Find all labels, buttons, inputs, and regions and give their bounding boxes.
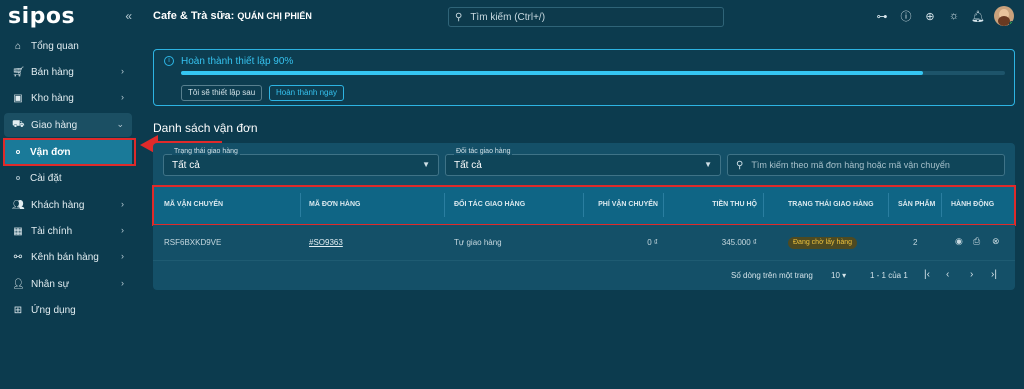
eye-icon[interactable]: ◉ [955, 236, 963, 247]
sidebar-item-customers[interactable]: 👥︎ Khách hàng › [4, 193, 132, 217]
partner-filter-value: Tất cả [454, 160, 482, 171]
table-row[interactable]: RSF6BXKD9VE #SO9363 Tự giao hàng 0 ₫ 345… [153, 225, 1015, 261]
setup-later-button[interactable]: Tôi sẽ thiết lập sau [181, 85, 263, 101]
app-root: sipos « ⌂ Tổng quan 🛒︎ Bán hàng › ▣ Kho … [0, 0, 1024, 389]
sidebar-item-staff[interactable]: 👤︎ Nhân sự › [4, 272, 132, 296]
globe-icon[interactable]: ⊕ [918, 10, 942, 23]
avatar[interactable] [994, 6, 1014, 26]
caret-down-icon: ▾ [842, 271, 847, 280]
sidebar: sipos « ⌂ Tổng quan 🛒︎ Bán hàng › ▣ Kho … [0, 0, 139, 389]
chevron-right-icon: › [121, 251, 124, 261]
global-search-input[interactable]: ⚲ Tìm kiếm (Ctrl+/) [448, 7, 724, 27]
setup-progress-fill [181, 71, 923, 75]
bullet-icon [16, 176, 20, 180]
sidebar-item-sales-channels[interactable]: ⚯ Kênh bán hàng › [4, 245, 132, 269]
sidebar-subitem-settings[interactable]: Cài đặt [4, 166, 132, 190]
partner-filter-label: Đối tác giao hàng [454, 148, 513, 155]
home-icon: ⌂ [14, 40, 22, 52]
highlight-box-table-header [152, 185, 1016, 226]
rows-per-page-label: Số dòng trên một trang [731, 271, 813, 280]
sidebar-item-apps[interactable]: ⊞ Ứng dụng [4, 298, 132, 322]
apps-icon: ⊞ [13, 304, 23, 316]
logo-row: sipos « [8, 6, 132, 28]
cell-partner: Tự giao hàng [454, 238, 502, 247]
status-filter-select[interactable]: Trạng thái giao hàng Tất cả ▼ [163, 148, 439, 176]
sidebar-item-overview[interactable]: ⌂ Tổng quan [4, 34, 132, 58]
sidebar-item-sales[interactable]: 🛒︎ Bán hàng › [4, 60, 132, 84]
cell-cod: 345.000 ₫ [721, 238, 757, 247]
previous-page-icon[interactable]: ‹ [946, 269, 949, 280]
rows-per-page-select[interactable]: 10 ▾ [831, 271, 846, 280]
status-filter-value: Tất cả [172, 160, 200, 171]
rows-per-page-value: 10 [831, 271, 840, 280]
caret-down-icon: ▼ [422, 160, 430, 169]
cell-order-code-link[interactable]: #SO9363 [309, 225, 343, 261]
waybill-search-input[interactable]: ⚲ Tìm kiếm theo mã đơn hàng hoặc mã vận … [727, 154, 1005, 176]
next-page-icon[interactable]: › [970, 269, 973, 280]
users-icon: 👥︎ [12, 199, 25, 211]
sidebar-item-label: Tổng quan [31, 40, 79, 52]
search-icon: ⚲ [455, 11, 463, 23]
brand-logo: sipos [8, 4, 76, 29]
channels-icon: ⚯ [13, 251, 23, 263]
sidebar-item-finance[interactable]: ▦ Tài chính › [4, 219, 132, 243]
cancel-circle-icon[interactable]: ⊗ [992, 236, 1000, 247]
shop-title: Cafe & Trà sữa: QUÁN CHỊ PHIẾN [153, 10, 312, 22]
warehouse-icon: ▣ [13, 92, 23, 104]
chevron-right-icon: › [121, 225, 124, 235]
cell-products: 2 [913, 238, 918, 247]
setup-progress-card: i Hoàn thành thiết lập 90% Tôi sẽ thiết … [153, 49, 1015, 106]
sitemap-icon[interactable]: ⊶ [870, 10, 894, 23]
double-chevron-left-icon[interactable]: « [125, 9, 132, 23]
last-page-icon[interactable]: ›| [991, 269, 997, 280]
sidebar-item-shipping[interactable]: ⛟ Giao hàng ⌄ [4, 113, 132, 137]
chevron-down-icon: ⌄ [116, 119, 124, 129]
truck-icon: ⛟ [12, 118, 25, 130]
search-placeholder: Tìm kiếm (Ctrl+/) [470, 11, 546, 23]
chevron-right-icon: › [121, 199, 124, 209]
sidebar-subitem-label: Cài đặt [30, 172, 62, 184]
shop-name: QUÁN CHỊ PHIẾN [237, 11, 312, 21]
sidebar-item-label: Kho hàng [31, 92, 74, 104]
sidebar-item-label: Khách hàng [31, 199, 85, 211]
chevron-right-icon: › [121, 278, 124, 288]
cell-shipping-fee: 0 ₫ [647, 238, 658, 247]
calculator-icon: ▦ [13, 225, 23, 237]
bell-icon[interactable]: 🔔︎ [966, 10, 990, 23]
pagination-range: 1 - 1 của 1 [870, 271, 908, 280]
sidebar-item-label: Ứng dụng [31, 304, 76, 316]
cell-shipping-code: RSF6BXKD9VE [164, 238, 222, 247]
search-icon: ⚲ [736, 159, 744, 171]
chevron-right-icon: › [121, 92, 124, 102]
caret-down-icon: ▼ [704, 160, 712, 169]
chevron-right-icon: › [121, 66, 124, 76]
staff-icon: 👤︎ [12, 278, 25, 290]
page-title: Danh sách vận đơn [153, 121, 258, 135]
sidebar-item-label: Giao hàng [31, 119, 78, 131]
online-status-dot [1009, 21, 1014, 26]
sidebar-item-warehouse[interactable]: ▣ Kho hàng › [4, 86, 132, 110]
info-icon: i [164, 56, 174, 66]
cart-icon: 🛒︎ [12, 66, 25, 78]
highlight-box-sidebar [3, 138, 136, 166]
header-actions: ⊶ ⓘ ⊕ ☼ 🔔︎ [870, 6, 1014, 26]
setup-title: Hoàn thành thiết lập 90% [181, 56, 294, 67]
waybill-search-placeholder: Tìm kiếm theo mã đơn hàng hoặc mã vận ch… [751, 160, 950, 170]
sidebar-item-label: Tài chính [31, 225, 73, 237]
status-filter-label: Trạng thái giao hàng [172, 148, 240, 155]
first-page-icon[interactable]: |‹ [924, 269, 930, 280]
sidebar-item-label: Nhân sự [31, 278, 70, 290]
setup-progress-bar [181, 71, 1005, 75]
theme-sun-icon[interactable]: ☼ [942, 10, 966, 22]
help-icon[interactable]: ⓘ [894, 8, 918, 24]
sidebar-item-label: Bán hàng [31, 66, 74, 78]
status-badge: Đang chờ lấy hàng [788, 237, 858, 249]
shop-prefix: Cafe & Trà sữa: [153, 10, 238, 22]
printer-icon[interactable]: ⎙ [973, 236, 980, 247]
partner-filter-select[interactable]: Đối tác giao hàng Tất cả ▼ [445, 148, 721, 176]
sidebar-item-label: Kênh bán hàng [31, 251, 99, 263]
setup-finish-button[interactable]: Hoàn thành ngay [269, 85, 344, 101]
